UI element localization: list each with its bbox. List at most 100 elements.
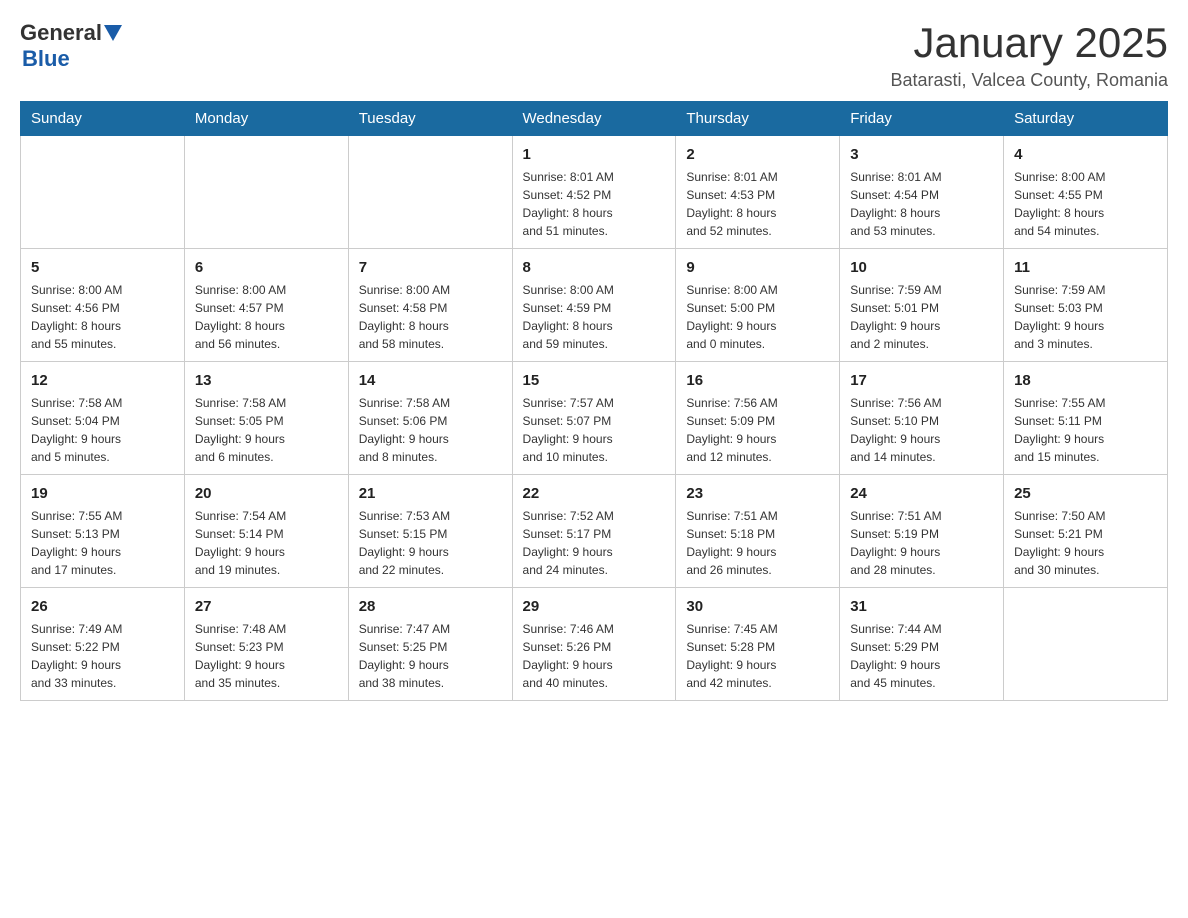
calendar-cell: 3 Sunrise: 8:01 AMSunset: 4:54 PMDaylight…	[840, 136, 1004, 249]
logo-blue-text: Blue	[22, 46, 70, 72]
day-number: 12	[31, 370, 174, 391]
calendar-cell: 13 Sunrise: 7:58 AMSunset: 5:05 PMDayligh…	[184, 362, 348, 475]
day-info: Sunrise: 8:00 AMSunset: 4:55 PMDaylight:…	[1014, 168, 1157, 240]
calendar-cell: 19 Sunrise: 7:55 AMSunset: 5:13 PMDayligh…	[21, 475, 185, 588]
calendar-cell: 18Sunrise: 7:55 AMSunset: 5:11 PMDayligh…	[1004, 362, 1168, 475]
calendar-cell: 26Sunrise: 7:49 AMSunset: 5:22 PMDayligh…	[21, 588, 185, 701]
day-number: 23	[686, 483, 829, 504]
day-info: Sunrise: 7:47 AMSunset: 5:25 PMDaylight:…	[359, 620, 502, 692]
day-number: 8	[523, 257, 666, 278]
month-title: January 2025	[891, 20, 1168, 66]
day-number: 26	[31, 596, 174, 617]
day-info: Sunrise: 7:58 AMSunset: 5:04 PMDaylight:…	[31, 394, 174, 466]
day-number: 24	[850, 483, 993, 504]
calendar-week-0: 1 Sunrise: 8:01 AMSunset: 4:52 PMDaylight…	[21, 136, 1168, 249]
calendar-cell: 17Sunrise: 7:56 AMSunset: 5:10 PMDayligh…	[840, 362, 1004, 475]
calendar-cell: 6 Sunrise: 8:00 AMSunset: 4:57 PMDaylight…	[184, 249, 348, 362]
calendar-week-4: 26Sunrise: 7:49 AMSunset: 5:22 PMDayligh…	[21, 588, 1168, 701]
header-monday: Monday	[184, 102, 348, 136]
calendar-cell: 8 Sunrise: 8:00 AMSunset: 4:59 PMDaylight…	[512, 249, 676, 362]
calendar-cell	[21, 136, 185, 249]
day-number: 22	[523, 483, 666, 504]
header-wednesday: Wednesday	[512, 102, 676, 136]
calendar-cell: 9 Sunrise: 8:00 AMSunset: 5:00 PMDaylight…	[676, 249, 840, 362]
calendar-cell: 14 Sunrise: 7:58 AMSunset: 5:06 PMDayligh…	[348, 362, 512, 475]
calendar-cell: 2 Sunrise: 8:01 AMSunset: 4:53 PMDaylight…	[676, 136, 840, 249]
calendar-cell: 15 Sunrise: 7:57 AMSunset: 5:07 PMDayligh…	[512, 362, 676, 475]
day-number: 20	[195, 483, 338, 504]
header-thursday: Thursday	[676, 102, 840, 136]
calendar-cell: 27Sunrise: 7:48 AMSunset: 5:23 PMDayligh…	[184, 588, 348, 701]
calendar-cell: 25 Sunrise: 7:50 AMSunset: 5:21 PMDayligh…	[1004, 475, 1168, 588]
day-number: 10	[850, 257, 993, 278]
header-friday: Friday	[840, 102, 1004, 136]
logo-arrow-icon	[104, 25, 122, 43]
day-info: Sunrise: 8:00 AMSunset: 4:57 PMDaylight:…	[195, 281, 338, 353]
day-number: 11	[1014, 257, 1157, 278]
calendar-cell: 24Sunrise: 7:51 AMSunset: 5:19 PMDayligh…	[840, 475, 1004, 588]
day-number: 13	[195, 370, 338, 391]
day-info: Sunrise: 7:48 AMSunset: 5:23 PMDaylight:…	[195, 620, 338, 692]
day-info: Sunrise: 7:50 AMSunset: 5:21 PMDaylight:…	[1014, 507, 1157, 579]
day-info: Sunrise: 8:01 AMSunset: 4:54 PMDaylight:…	[850, 168, 993, 240]
header-saturday: Saturday	[1004, 102, 1168, 136]
day-number: 9	[686, 257, 829, 278]
day-number: 25	[1014, 483, 1157, 504]
day-number: 3	[850, 144, 993, 165]
day-number: 1	[523, 144, 666, 165]
day-number: 29	[523, 596, 666, 617]
day-info: Sunrise: 7:57 AMSunset: 5:07 PMDaylight:…	[523, 394, 666, 466]
day-number: 2	[686, 144, 829, 165]
day-info: Sunrise: 8:00 AMSunset: 4:59 PMDaylight:…	[523, 281, 666, 353]
day-number: 28	[359, 596, 502, 617]
day-info: Sunrise: 8:00 AMSunset: 5:00 PMDaylight:…	[686, 281, 829, 353]
day-number: 30	[686, 596, 829, 617]
day-info: Sunrise: 7:56 AMSunset: 5:09 PMDaylight:…	[686, 394, 829, 466]
day-info: Sunrise: 7:58 AMSunset: 5:05 PMDaylight:…	[195, 394, 338, 466]
calendar-cell: 21 Sunrise: 7:53 AMSunset: 5:15 PMDayligh…	[348, 475, 512, 588]
day-info: Sunrise: 7:44 AMSunset: 5:29 PMDaylight:…	[850, 620, 993, 692]
day-info: Sunrise: 7:58 AMSunset: 5:06 PMDaylight:…	[359, 394, 502, 466]
calendar-cell: 1 Sunrise: 8:01 AMSunset: 4:52 PMDaylight…	[512, 136, 676, 249]
calendar-week-2: 12 Sunrise: 7:58 AMSunset: 5:04 PMDayligh…	[21, 362, 1168, 475]
day-info: Sunrise: 8:01 AMSunset: 4:52 PMDaylight:…	[523, 168, 666, 240]
logo: General Blue	[20, 20, 122, 72]
day-info: Sunrise: 7:55 AMSunset: 5:11 PMDaylight:…	[1014, 394, 1157, 466]
logo-general-text: General	[20, 20, 102, 46]
calendar-cell: 5Sunrise: 8:00 AMSunset: 4:56 PMDaylight…	[21, 249, 185, 362]
day-info: Sunrise: 7:46 AMSunset: 5:26 PMDaylight:…	[523, 620, 666, 692]
header-tuesday: Tuesday	[348, 102, 512, 136]
calendar-cell	[348, 136, 512, 249]
calendar-cell: 20 Sunrise: 7:54 AMSunset: 5:14 PMDayligh…	[184, 475, 348, 588]
calendar-cell: 16 Sunrise: 7:56 AMSunset: 5:09 PMDayligh…	[676, 362, 840, 475]
calendar-cell: 31 Sunrise: 7:44 AMSunset: 5:29 PMDayligh…	[840, 588, 1004, 701]
calendar-cell	[1004, 588, 1168, 701]
day-info: Sunrise: 7:52 AMSunset: 5:17 PMDaylight:…	[523, 507, 666, 579]
page-header: General Blue January 2025 Batarasti, Val…	[20, 20, 1168, 91]
calendar-table: SundayMondayTuesdayWednesdayThursdayFrid…	[20, 101, 1168, 701]
title-section: January 2025 Batarasti, Valcea County, R…	[891, 20, 1168, 91]
day-info: Sunrise: 7:56 AMSunset: 5:10 PMDaylight:…	[850, 394, 993, 466]
day-info: Sunrise: 7:55 AMSunset: 5:13 PMDaylight:…	[31, 507, 174, 579]
day-number: 5	[31, 257, 174, 278]
calendar-cell: 10Sunrise: 7:59 AMSunset: 5:01 PMDayligh…	[840, 249, 1004, 362]
day-number: 14	[359, 370, 502, 391]
day-info: Sunrise: 7:51 AMSunset: 5:18 PMDaylight:…	[686, 507, 829, 579]
day-number: 4	[1014, 144, 1157, 165]
day-number: 19	[31, 483, 174, 504]
calendar-cell: 28 Sunrise: 7:47 AMSunset: 5:25 PMDayligh…	[348, 588, 512, 701]
calendar-cell: 4 Sunrise: 8:00 AMSunset: 4:55 PMDaylight…	[1004, 136, 1168, 249]
day-info: Sunrise: 7:45 AMSunset: 5:28 PMDaylight:…	[686, 620, 829, 692]
calendar-cell: 7Sunrise: 8:00 AMSunset: 4:58 PMDaylight…	[348, 249, 512, 362]
day-number: 16	[686, 370, 829, 391]
calendar-cell	[184, 136, 348, 249]
day-number: 15	[523, 370, 666, 391]
day-number: 31	[850, 596, 993, 617]
day-number: 6	[195, 257, 338, 278]
calendar-cell: 29 Sunrise: 7:46 AMSunset: 5:26 PMDayligh…	[512, 588, 676, 701]
day-info: Sunrise: 7:53 AMSunset: 5:15 PMDaylight:…	[359, 507, 502, 579]
day-info: Sunrise: 8:01 AMSunset: 4:53 PMDaylight:…	[686, 168, 829, 240]
day-number: 21	[359, 483, 502, 504]
day-info: Sunrise: 7:54 AMSunset: 5:14 PMDaylight:…	[195, 507, 338, 579]
header-sunday: Sunday	[21, 102, 185, 136]
